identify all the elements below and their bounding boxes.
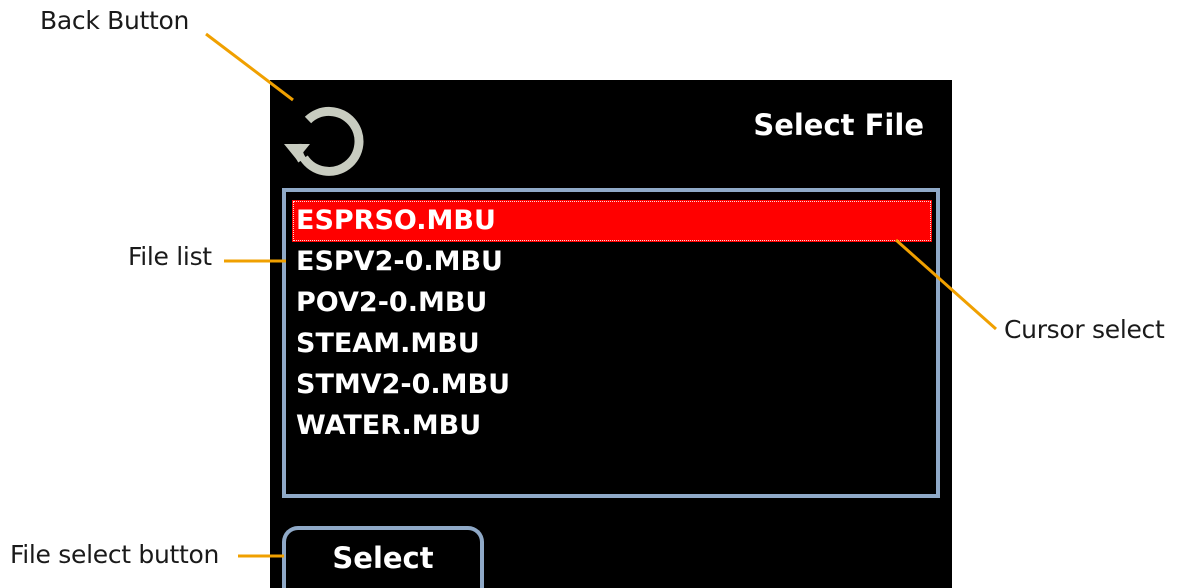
file-item[interactable]: POV2-0.MBU	[292, 282, 932, 324]
back-button[interactable]	[284, 98, 366, 180]
back-arrow-icon	[284, 106, 364, 176]
file-item[interactable]: STEAM.MBU	[292, 323, 932, 365]
file-select-button-callout: File select button	[10, 540, 220, 569]
file-item[interactable]: WATER.MBU	[292, 405, 932, 447]
file-item-selected[interactable]: ESPRSO.MBU	[292, 200, 932, 242]
file-list[interactable]: ESPRSO.MBU ESPV2-0.MBU POV2-0.MBU STEAM.MBU…	[282, 188, 940, 498]
back-button-callout: Back Button	[40, 6, 190, 35]
select-button[interactable]: Select	[282, 526, 484, 588]
screen-title: Select File	[753, 108, 924, 142]
file-item[interactable]: STMV2-0.MBU	[292, 364, 932, 406]
file-item[interactable]: ESPV2-0.MBU	[292, 241, 932, 283]
file-list-callout: File list	[128, 242, 212, 271]
cursor-select-callout: Cursor select	[1004, 315, 1165, 344]
device-screen: Select File ESPRSO.MBU ESPV2-0.MBU POV2-0.…	[270, 80, 952, 588]
